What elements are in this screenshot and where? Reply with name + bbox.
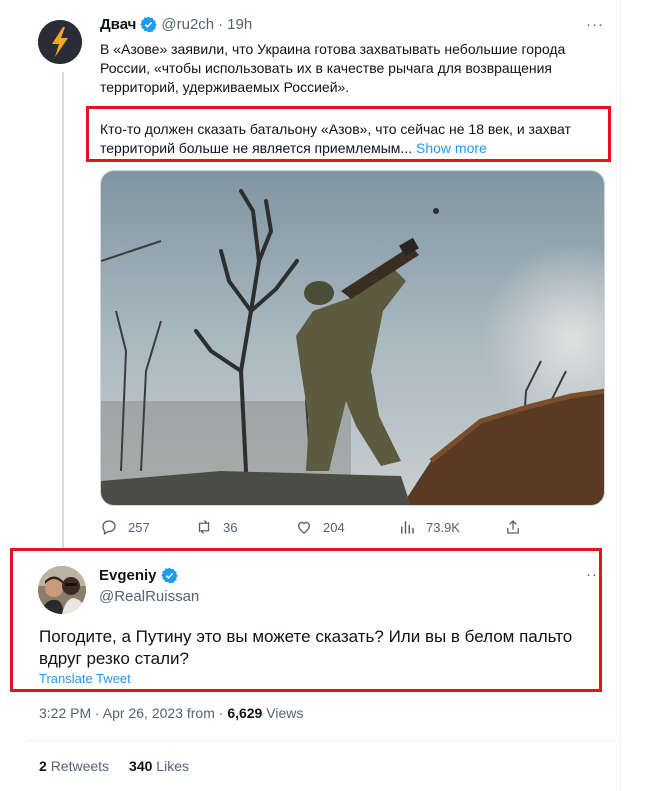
tweet-photo[interactable] (100, 170, 605, 506)
engagement-stats: 2 Retweets 340 Likes (39, 758, 189, 774)
likes-label: Likes (156, 758, 189, 774)
avatar-dvach[interactable] (38, 20, 82, 64)
profile-photo-image (38, 566, 86, 614)
main-tweet-continuation: Кто-то должен сказать батальону «Азов», … (100, 120, 600, 158)
header-separator: · (218, 16, 224, 33)
likes-stat[interactable]: 340 Likes (129, 758, 189, 774)
reply-author-header: Evgeniy (99, 567, 178, 584)
views-chart-icon (401, 521, 414, 534)
reply-author-name[interactable]: Evgeniy (99, 567, 157, 584)
reply-action[interactable]: 257 (100, 518, 150, 536)
retweet-count: 36 (223, 519, 238, 535)
soldier-photo-image (101, 171, 604, 505)
more-options-icon[interactable]: ··· (586, 16, 604, 33)
reply-tweet-text: Погодите, а Путину это вы можете сказать… (39, 627, 573, 668)
retweets-label: Retweets (50, 758, 110, 774)
like-action[interactable]: 204 (295, 518, 345, 536)
column-border (620, 0, 621, 791)
translate-tweet-link[interactable]: Translate Tweet (39, 671, 131, 686)
divider (26, 740, 620, 741)
share-action[interactable] (504, 518, 522, 536)
avatar-evgeniy[interactable] (38, 566, 86, 614)
like-count: 204 (323, 519, 345, 535)
main-tweet-header: Двач @ru2ch · 19h (100, 16, 252, 33)
tweet-time[interactable]: 19h (227, 16, 252, 33)
tweet-actions-bar: 257 36 204 73.9K (100, 518, 540, 542)
continuation-text: Кто-то должен сказать батальону «Азов», … (100, 121, 571, 156)
reply-count: 257 (128, 519, 150, 535)
share-icon (507, 520, 519, 534)
lightning-logo-icon (38, 20, 82, 64)
heart-icon (298, 521, 310, 534)
views-number: 6,629 (227, 705, 263, 721)
reply-more-options-icon[interactable]: ··· (586, 566, 604, 583)
verified-badge-icon (160, 567, 178, 584)
reply-author-handle[interactable]: @RealRuissan (99, 588, 199, 605)
retweets-number: 2 (39, 758, 47, 774)
retweets-stat[interactable]: 2 Retweets (39, 758, 109, 774)
retweet-icon (198, 520, 210, 534)
views-label: Views (266, 705, 304, 721)
likes-number: 340 (129, 758, 153, 774)
main-tweet-text: В «Азове» заявили, что Украина готова за… (100, 41, 566, 95)
retweet-action[interactable]: 36 (195, 518, 237, 536)
tweet-meta-line: 3:22 PM · Apr 26, 2023 from · 6,629 View… (39, 705, 303, 721)
author-name[interactable]: Двач (100, 16, 136, 33)
views-count: 73.9K (426, 519, 460, 535)
author-handle[interactable]: @ru2ch (161, 16, 214, 33)
thread-connector-line (62, 72, 64, 550)
tweet-timestamp[interactable]: 3:22 PM · Apr 26, 2023 from · (39, 705, 227, 721)
reply-icon (102, 520, 116, 535)
show-more-link[interactable]: Show more (416, 140, 487, 156)
views-action[interactable]: 73.9K (398, 518, 460, 536)
verified-badge-icon (140, 16, 158, 33)
